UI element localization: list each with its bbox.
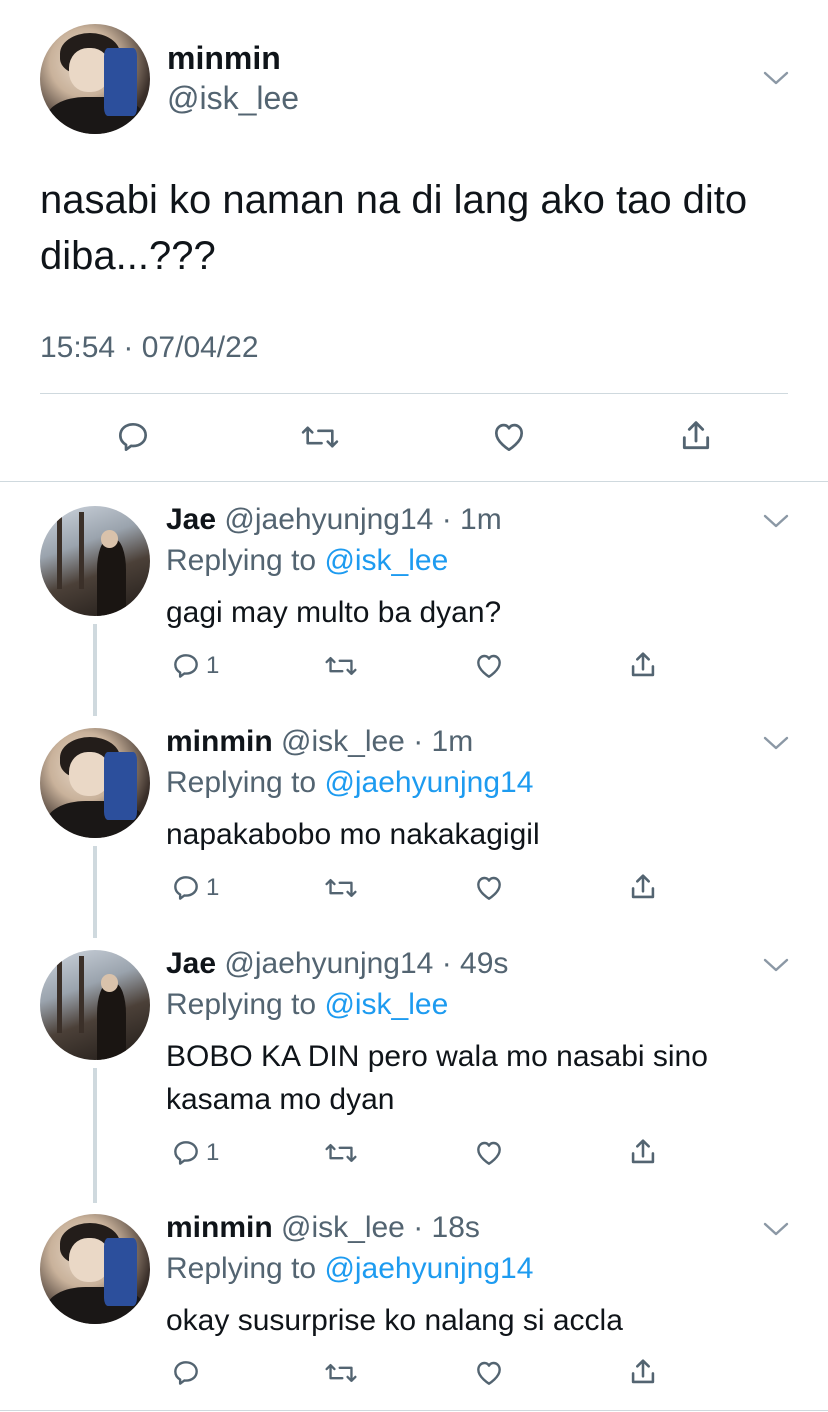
retweet-icon xyxy=(325,878,357,898)
like-icon xyxy=(477,1141,501,1165)
reply-text: napakabobo mo nakakagigil xyxy=(166,818,540,851)
display-name[interactable]: minmin xyxy=(166,1211,273,1244)
reply-count: 1 xyxy=(206,652,220,679)
like-button[interactable] xyxy=(472,650,506,682)
share-icon xyxy=(682,421,710,450)
handle[interactable]: @isk_lee xyxy=(281,725,405,758)
replying-label: Replying to xyxy=(166,766,317,799)
mention-link[interactable]: @jaehyunjng14 xyxy=(324,766,533,799)
reply-header: Jae @jaehyunjng14 · 1m xyxy=(166,503,502,537)
like-icon xyxy=(494,423,524,452)
mention-link[interactable]: @isk_lee xyxy=(324,988,448,1021)
like-icon xyxy=(477,654,501,678)
retweet-icon xyxy=(325,1143,357,1163)
replying-to: Replying to @jaehyunjng14 xyxy=(166,766,533,800)
avatar[interactable] xyxy=(40,506,150,616)
retweet-icon xyxy=(325,656,357,676)
retweet-button[interactable] xyxy=(300,418,340,456)
timestamp[interactable]: · 49s xyxy=(442,947,509,980)
like-icon xyxy=(477,1361,501,1385)
handle[interactable]: @isk_lee xyxy=(167,80,299,117)
mention-link[interactable]: @jaehyunjng14 xyxy=(324,1252,533,1285)
tweet-text: nasabi ko naman na di lang ako tao dito … xyxy=(40,178,748,278)
reply-tweet: minmin @isk_lee · 18s Replying to @jaehy… xyxy=(0,1211,828,1401)
timestamp[interactable]: 15:54 · 07/04/22 xyxy=(40,331,259,365)
display-name[interactable]: Jae xyxy=(166,503,216,536)
timestamp[interactable]: · 18s xyxy=(413,1211,480,1244)
main-tweet: minmin @isk_lee nasabi ko naman na di la… xyxy=(0,0,828,482)
reply-text: BOBO KA DIN pero wala mo nasabi sino kas… xyxy=(166,1040,708,1116)
reply-tweet: Jae @jaehyunjng14 · 49s Replying to @isk… xyxy=(0,947,828,1187)
reply-tweet: Jae @jaehyunjng14 · 1m Replying to @isk_… xyxy=(0,503,828,703)
reply-text: gagi may multo ba dyan? xyxy=(166,596,502,629)
replying-to: Replying to @jaehyunjng14 xyxy=(166,1252,533,1286)
share-icon xyxy=(631,874,655,899)
reply-button[interactable]: 1 xyxy=(170,1137,219,1169)
reply-icon xyxy=(118,422,148,452)
timestamp[interactable]: · 1m xyxy=(413,725,473,758)
display-name[interactable]: minmin xyxy=(166,725,273,758)
chevron-down-icon[interactable] xyxy=(763,957,789,973)
reply-text: okay susurprise ko nalang si accla xyxy=(166,1304,623,1337)
retweet-button[interactable] xyxy=(324,872,358,904)
reply-button[interactable]: 1 xyxy=(170,872,219,904)
like-button[interactable] xyxy=(472,872,506,904)
avatar[interactable] xyxy=(40,950,150,1060)
chevron-down-icon[interactable] xyxy=(763,513,789,529)
chevron-down-icon[interactable] xyxy=(763,1221,789,1237)
reply-count: 1 xyxy=(206,874,220,901)
reply-count: 1 xyxy=(206,1139,220,1166)
avatar[interactable] xyxy=(40,24,150,134)
chevron-down-icon[interactable] xyxy=(763,735,789,751)
chevron-down-icon[interactable] xyxy=(763,70,789,86)
reply-icon xyxy=(174,1141,198,1165)
avatar[interactable] xyxy=(40,1214,150,1324)
replying-to: Replying to @isk_lee xyxy=(166,988,448,1022)
retweet-icon xyxy=(301,426,339,448)
divider xyxy=(40,393,788,394)
like-button[interactable] xyxy=(489,418,529,456)
reply-button[interactable] xyxy=(170,1357,206,1389)
reply-icon xyxy=(174,1361,198,1385)
share-icon xyxy=(631,652,655,677)
replying-label: Replying to xyxy=(166,988,317,1021)
display-name[interactable]: minmin xyxy=(167,40,281,77)
retweet-icon xyxy=(325,1363,357,1383)
like-button[interactable] xyxy=(472,1137,506,1169)
reply-tweet: minmin @isk_lee · 1m Replying to @jaehyu… xyxy=(0,725,828,925)
divider xyxy=(0,1410,828,1411)
replying-label: Replying to xyxy=(166,1252,317,1285)
replying-to: Replying to @isk_lee xyxy=(166,544,448,578)
handle[interactable]: @jaehyunjng14 xyxy=(224,503,433,536)
reply-button[interactable] xyxy=(114,418,152,456)
handle[interactable]: @isk_lee xyxy=(281,1211,405,1244)
divider xyxy=(0,481,828,482)
share-button[interactable] xyxy=(626,1355,660,1389)
avatar[interactable] xyxy=(40,728,150,838)
share-button[interactable] xyxy=(626,1135,660,1169)
reply-icon xyxy=(174,654,198,678)
reply-header: Jae @jaehyunjng14 · 49s xyxy=(166,947,508,981)
like-icon xyxy=(477,876,501,900)
retweet-button[interactable] xyxy=(324,1137,358,1169)
share-icon xyxy=(631,1139,655,1164)
mention-link[interactable]: @isk_lee xyxy=(324,544,448,577)
replying-label: Replying to xyxy=(166,544,317,577)
handle[interactable]: @jaehyunjng14 xyxy=(224,947,433,980)
timestamp[interactable]: · 1m xyxy=(442,503,502,536)
share-button[interactable] xyxy=(626,870,660,904)
retweet-button[interactable] xyxy=(324,650,358,682)
display-name[interactable]: Jae xyxy=(166,947,216,980)
share-button[interactable] xyxy=(626,648,660,682)
like-button[interactable] xyxy=(472,1357,506,1389)
reply-header: minmin @isk_lee · 18s xyxy=(166,1211,480,1245)
reply-button[interactable]: 1 xyxy=(170,650,219,682)
reply-icon xyxy=(174,876,198,900)
reply-header: minmin @isk_lee · 1m xyxy=(166,725,473,759)
retweet-button[interactable] xyxy=(324,1357,358,1389)
share-icon xyxy=(631,1359,655,1384)
share-button[interactable] xyxy=(676,416,716,456)
